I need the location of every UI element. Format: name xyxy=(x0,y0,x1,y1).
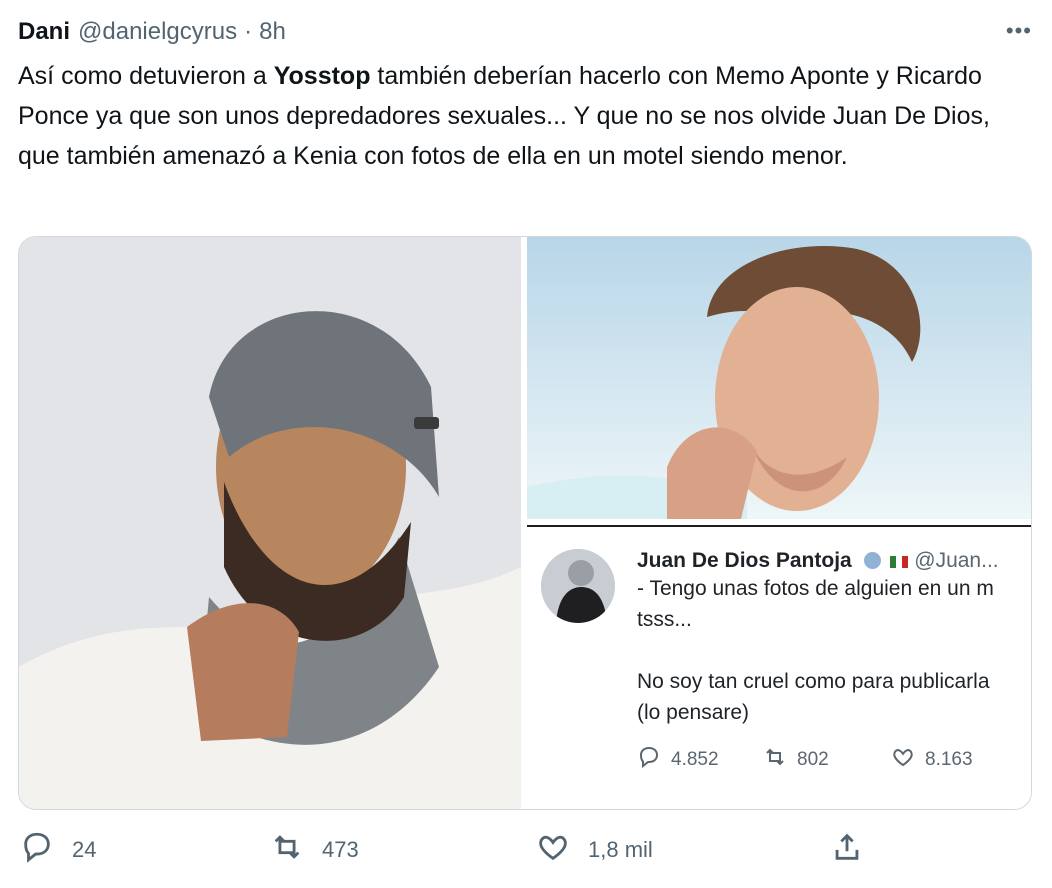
reply-count: 24 xyxy=(72,837,97,862)
reply-button[interactable]: 24 xyxy=(20,830,96,870)
photo-man-beanie-scarf[interactable] xyxy=(19,237,521,809)
like-button[interactable]: 1,8 mil xyxy=(536,830,653,870)
embedded-reply-count: 4.852 xyxy=(671,749,719,770)
embedded-author-name: Juan De Dios Pantoja xyxy=(637,549,852,572)
embedded-reply-icon xyxy=(637,745,661,775)
avatar-illustration xyxy=(541,549,615,623)
embedded-author-handle: @Juan... xyxy=(914,549,999,572)
embedded-text-line-3: No soy tan cruel como para publicarla xyxy=(637,670,990,693)
heart-icon[interactable] xyxy=(536,830,570,870)
portrait-illustration xyxy=(19,237,521,809)
share-icon[interactable] xyxy=(830,830,864,870)
author-name[interactable]: Dani xyxy=(18,18,70,46)
like-count: 1,8 mil xyxy=(588,837,653,862)
embedded-text-line-2: tsss... xyxy=(637,608,692,631)
mention-yosstop[interactable]: Yosstop xyxy=(274,62,371,90)
author-handle[interactable]: @danielgcyrus xyxy=(78,18,237,46)
embedded-action-bar: 4.852 802 8.163 xyxy=(637,745,1029,770)
embedded-tweet-screenshot[interactable]: Juan De Dios Pantoja @Juan... - Tengo un… xyxy=(527,525,1031,809)
verified-badge-icon xyxy=(863,552,881,569)
retweet-count: 473 xyxy=(322,837,359,862)
more-horizontal-icon[interactable]: ••• xyxy=(1006,18,1032,44)
tweet-action-bar: 24 473 1,8 mil xyxy=(18,830,1030,876)
tweet-text-part-1: Así como detuvieron a xyxy=(18,62,274,90)
separator-dot: · xyxy=(244,18,253,45)
embedded-reply-action: 4.852 xyxy=(637,745,719,775)
tweet-text: Así como detuvieron a Yosstop también de… xyxy=(18,56,1028,176)
photo-young-man-sky[interactable] xyxy=(527,237,1031,519)
embedded-retweet-action: 802 xyxy=(763,745,829,775)
embedded-avatar xyxy=(541,549,615,623)
tweet-header: Dani @danielgcyrus · 8h ••• xyxy=(18,14,1034,50)
mexico-flag-icon xyxy=(890,556,909,568)
embedded-text-line-1: - Tengo unas fotos de alguien en un m xyxy=(637,577,994,600)
embedded-tweet-body: - Tengo unas fotos de alguien en un m ts… xyxy=(637,573,1029,728)
tweet-timestamp[interactable]: 8h xyxy=(259,18,286,46)
embedded-retweet-icon xyxy=(763,745,787,775)
embedded-like-action: 8.163 xyxy=(891,745,973,775)
portrait-illustration-right xyxy=(527,237,1031,519)
embedded-heart-icon xyxy=(891,745,915,775)
embedded-retweet-count: 802 xyxy=(797,749,829,770)
share-button[interactable] xyxy=(830,830,864,870)
retweet-button[interactable]: 473 xyxy=(270,830,359,870)
embedded-like-count: 8.163 xyxy=(925,749,973,770)
embedded-text-line-4: (lo pensare) xyxy=(637,701,750,724)
reply-icon[interactable] xyxy=(20,830,54,870)
embedded-author-line: Juan De Dios Pantoja @Juan... xyxy=(637,549,999,573)
media-grid: Juan De Dios Pantoja @Juan... - Tengo un… xyxy=(18,236,1032,810)
retweet-icon[interactable] xyxy=(270,830,304,870)
embedded-text-spacer xyxy=(637,635,1029,666)
